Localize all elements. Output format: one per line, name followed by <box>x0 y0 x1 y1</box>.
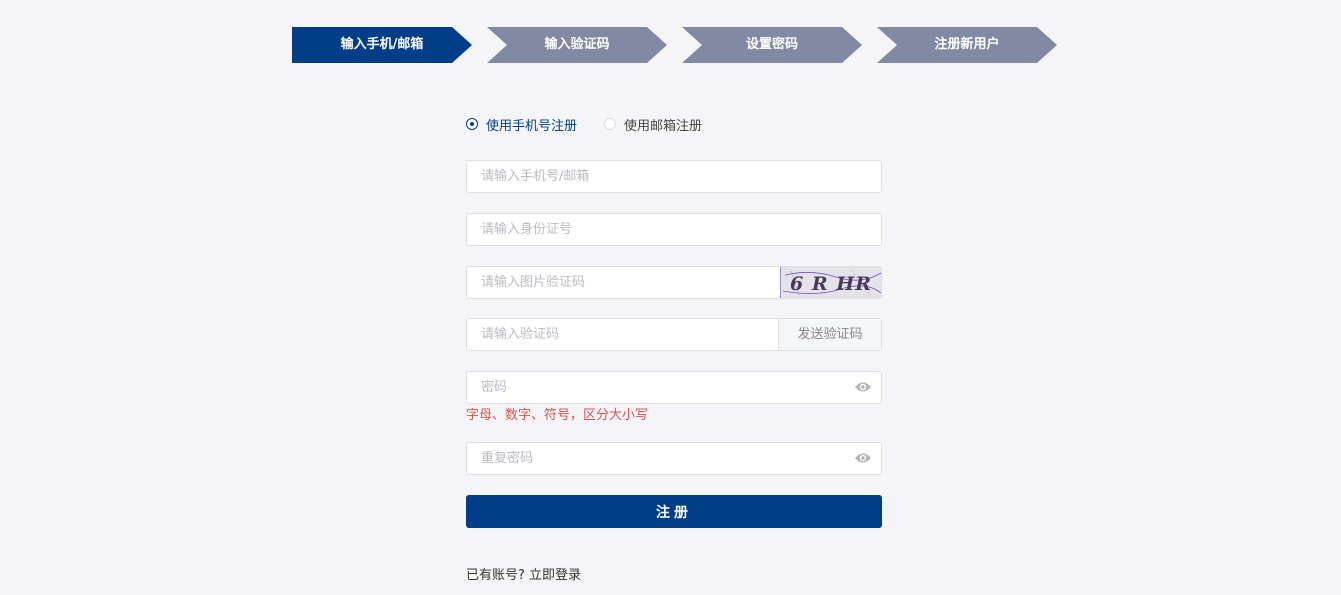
captcha-input[interactable] <box>467 267 780 298</box>
step-label: 输入验证码 <box>544 37 610 52</box>
repeat-password-field <box>466 442 882 475</box>
step-register-user[interactable]: 注册新用户 <box>877 27 1057 63</box>
radio-dot[interactable] <box>466 118 478 130</box>
step-set-password[interactable]: 设置密码 <box>682 27 862 63</box>
captcha-graphic: 6 R HR <box>781 267 881 298</box>
password-field <box>466 371 882 404</box>
login-link[interactable]: 立即登录 <box>529 568 581 583</box>
step-enter-code[interactable]: 输入验证码 <box>487 27 667 63</box>
radio-label: 使用手机号注册 <box>486 118 578 134</box>
captcha-image[interactable]: 6 R HR <box>780 267 881 298</box>
radio-label: 使用邮箱注册 <box>624 118 703 134</box>
id-number-input[interactable] <box>467 214 881 245</box>
radio-dot[interactable] <box>604 118 617 130</box>
repeat-password-input[interactable] <box>467 443 881 474</box>
step-enter-account[interactable]: 输入手机/邮箱 <box>292 27 472 63</box>
register-button[interactable]: 注册 <box>466 495 882 528</box>
register-mode-group: 使用手机号注册 使用邮箱注册 <box>466 112 882 136</box>
login-prompt-text: 已有账号? <box>466 568 525 583</box>
register-form: 使用手机号注册 使用邮箱注册 6 R HR 发送验证码 <box>466 112 882 583</box>
send-code-button[interactable]: 发送验证码 <box>778 319 881 350</box>
captcha-field: 6 R HR <box>466 266 882 299</box>
captcha-text: 6 R HR <box>790 273 872 295</box>
account-input[interactable] <box>467 161 881 192</box>
verify-code-field: 发送验证码 <box>466 318 882 351</box>
password-hint: 字母、数字、符号，区分大小写 <box>466 408 649 423</box>
password-input[interactable] <box>467 372 881 403</box>
step-label: 设置密码 <box>745 37 798 52</box>
eye-icon[interactable] <box>854 451 872 465</box>
radio-email-register[interactable]: 使用邮箱注册 <box>604 115 702 134</box>
account-field <box>466 160 882 193</box>
radio-phone-register[interactable]: 使用手机号注册 <box>466 115 577 134</box>
verify-code-input[interactable] <box>467 319 780 350</box>
step-label: 输入手机/邮箱 <box>340 37 424 52</box>
id-number-field <box>466 213 882 246</box>
step-label: 注册新用户 <box>934 37 1000 52</box>
login-prompt: 已有账号? 立即登录 <box>466 564 581 583</box>
eye-icon[interactable] <box>854 380 872 394</box>
